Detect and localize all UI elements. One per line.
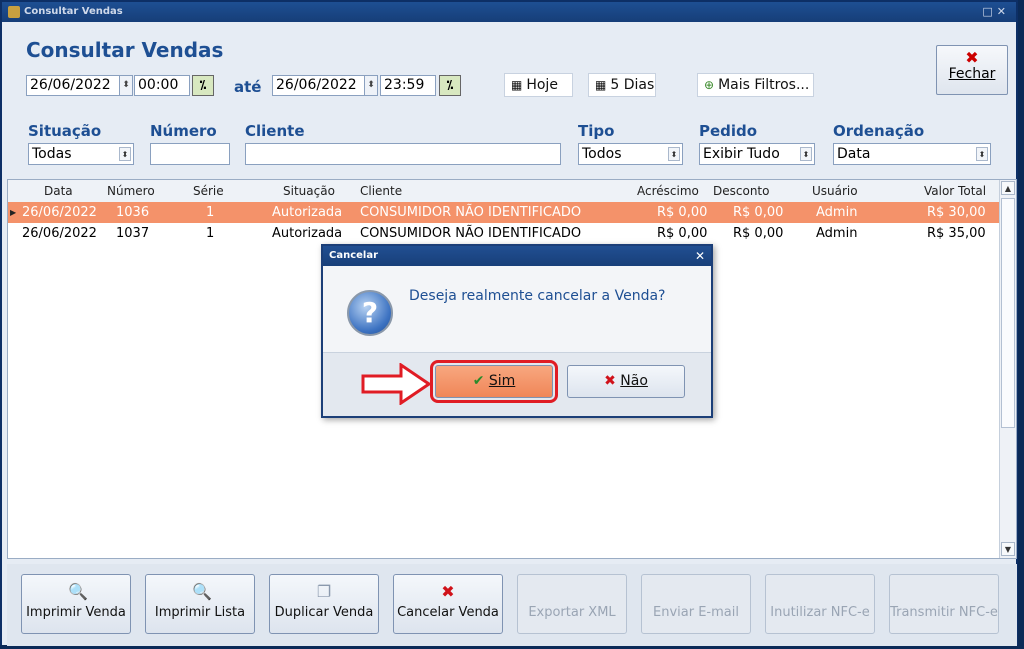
grid-header: Data Número Série Situação Cliente Acrés… [8,180,1000,203]
copy-icon: ❐ [316,582,332,601]
imprimir-venda-button[interactable]: 🔍 Imprimir Venda [21,574,131,634]
action-bar: 🔍 Imprimir Venda 🔍 Imprimir Lista ❐ Dupl… [7,564,1017,646]
row-indicator-icon: ▶ [10,208,17,217]
chevron-down-icon: ⬍ [668,147,680,161]
calendar-icon: ▦ [595,78,607,92]
col-usuario[interactable]: Usuário [812,180,858,202]
chevron-down-icon: ⬍ [976,147,988,161]
print-preview-icon: 🔍 [68,582,88,601]
dialog-message: Deseja realmente cancelar a Venda? [409,288,666,304]
chevron-down-icon: ⬍ [800,147,812,161]
transmitir-nfce-button[interactable]: Transmitir NFC-e [889,574,999,634]
imprimir-lista-button[interactable]: 🔍 Imprimir Lista [145,574,255,634]
cliente-input[interactable] [245,143,561,165]
col-situacao[interactable]: Situação [283,180,335,202]
date-from-spin[interactable]: ⬍ [119,75,133,96]
exportar-xml-button[interactable]: Exportar XML [517,574,627,634]
col-data[interactable]: Data [44,180,73,202]
duplicar-venda-button[interactable]: ❐ Duplicar Venda [269,574,379,634]
grid-scrollbar[interactable]: ▲ ▼ [999,180,1016,558]
window-title: Consultar Vendas [24,6,123,17]
time-to-calc-icon[interactable]: ⁒ [439,75,461,96]
col-valor-total[interactable]: Valor Total [924,180,986,202]
enviar-email-button[interactable]: Enviar E-mail [641,574,751,634]
close-icon[interactable]: ✕ [695,246,705,266]
date-from-input[interactable]: 26/06/2022 [26,75,132,96]
ordenacao-select[interactable]: Data ⬍ [833,143,991,165]
time-to-input[interactable]: 23:59 [380,75,436,96]
col-desconto[interactable]: Desconto [713,180,769,202]
cinco-dias-button[interactable]: ▦ 5 Dias [588,73,656,97]
window-controls[interactable]: □✕ [982,2,1010,22]
until-label: até [234,78,262,96]
situacao-label: Situação [28,122,102,140]
inutilizar-nfce-button[interactable]: Inutilizar NFC-e [765,574,875,634]
date-to-spin[interactable]: ⬍ [364,75,378,96]
time-from-calc-icon[interactable]: ⁒ [192,75,214,96]
cancelar-dialog: Cancelar ✕ ? Deseja realmente cancelar a… [321,244,713,418]
arrow-right-icon [361,363,431,405]
calendar-icon: ▦ [511,78,523,92]
cliente-label: Cliente [245,122,305,140]
chevron-down-icon: ⬍ [119,147,131,161]
tipo-label: Tipo [578,122,615,140]
situacao-select[interactable]: Todas ⬍ [28,143,134,165]
title-bar: Consultar Vendas □✕ [2,2,1016,22]
question-icon: ? [347,290,393,336]
sim-button[interactable]: ✔ Sim [430,360,558,403]
col-acrescimo[interactable]: Acréscimo [637,180,699,202]
pedido-label: Pedido [699,122,758,140]
close-icon: ✖ [441,582,455,601]
check-icon: ✔ [472,373,485,389]
fechar-button[interactable]: ✖ Fechar [936,45,1008,95]
mais-filtros-button[interactable]: ⊕ Mais Filtros... [697,73,814,97]
numero-label: Número [150,122,217,140]
scroll-down-icon[interactable]: ▼ [1001,542,1015,556]
plus-circle-icon: ⊕ [704,78,715,92]
table-row[interactable]: 26/06/2022 1037 1 Autorizada CONSUMIDOR … [8,223,1000,244]
numero-input[interactable] [150,143,230,165]
close-icon: ✖ [965,48,979,67]
table-row[interactable]: ▶ 26/06/2022 1036 1 Autorizada CONSUMIDO… [8,202,1000,223]
cancelar-venda-button[interactable]: ✖ Cancelar Venda [393,574,503,634]
col-numero[interactable]: Número [107,180,155,202]
nao-button[interactable]: ✖ Não [567,365,685,398]
close-icon: ✖ [604,373,616,389]
col-serie[interactable]: Série [193,180,224,202]
dialog-title-bar: Cancelar ✕ [323,246,711,266]
dialog-title: Cancelar [329,250,379,261]
page-title: Consultar Vendas [26,38,224,62]
scroll-thumb[interactable] [1001,198,1015,428]
scroll-up-icon[interactable]: ▲ [1001,181,1015,195]
pedido-select[interactable]: Exibir Tudo ⬍ [699,143,815,165]
col-cliente[interactable]: Cliente [360,180,402,202]
time-from-input[interactable]: 00:00 [134,75,190,96]
app-icon [8,6,20,18]
ordenacao-label: Ordenação [833,122,925,140]
dialog-button-area: ✔ Sim ✖ Não [323,353,711,416]
print-preview-icon: 🔍 [192,582,212,601]
tipo-select[interactable]: Todos ⬍ [578,143,683,165]
hoje-button[interactable]: ▦ Hoje [504,73,573,97]
date-to-input[interactable]: 26/06/2022 [272,75,378,96]
